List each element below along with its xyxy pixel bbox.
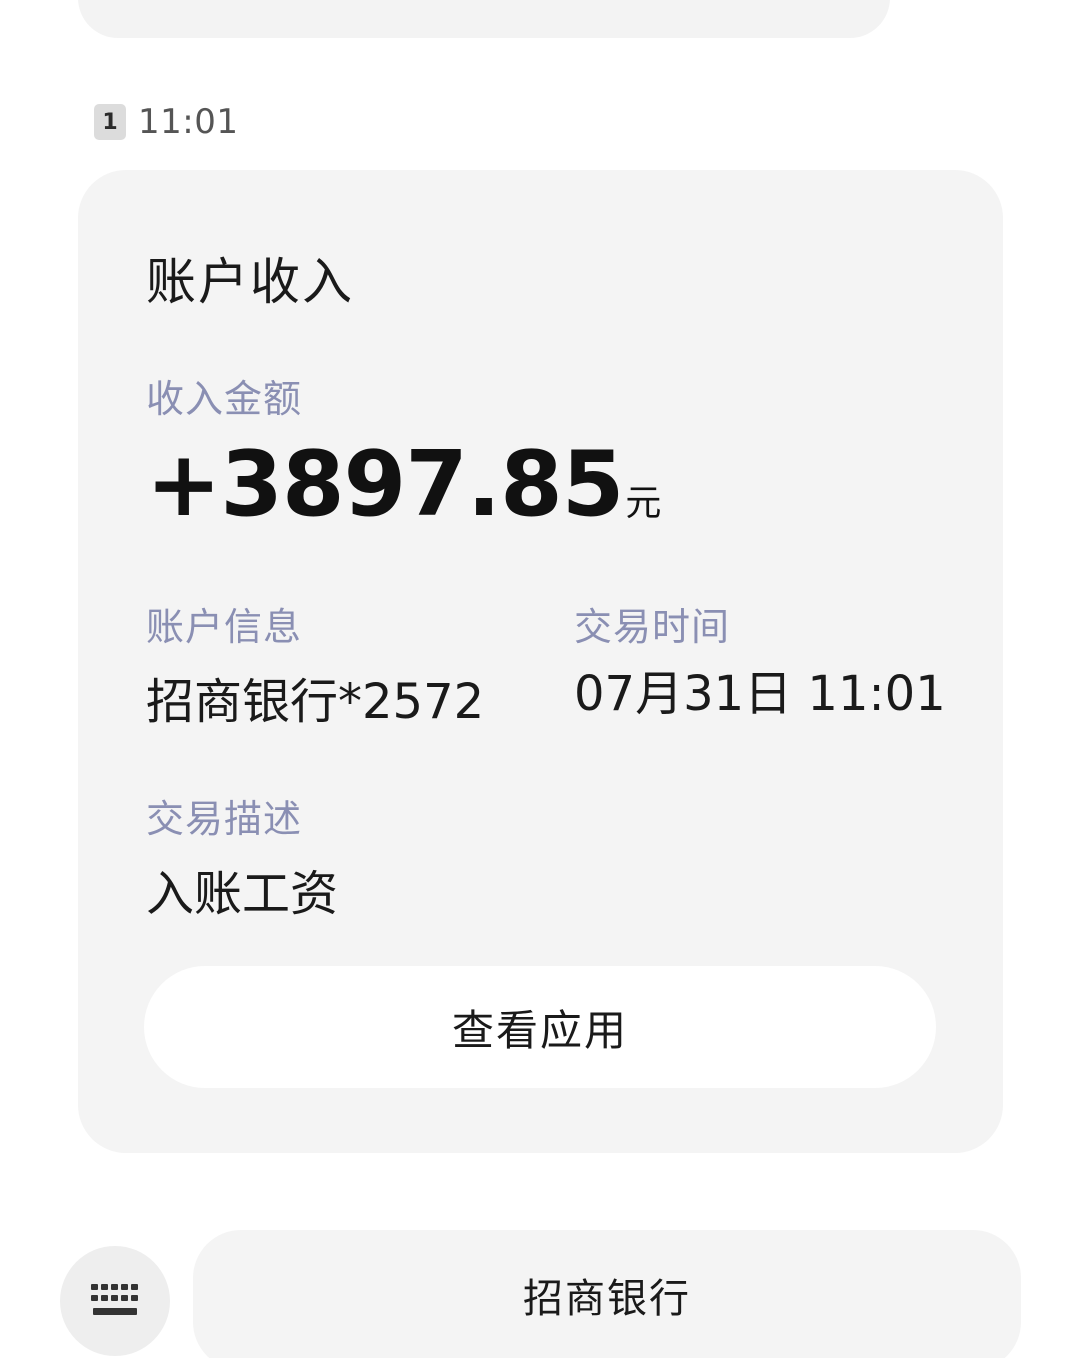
- transaction-desc-label: 交易描述: [146, 797, 303, 841]
- account-info-label: 账户信息: [146, 605, 303, 649]
- amount-number: +3897.85: [146, 432, 624, 537]
- sim-slot-badge: 1: [94, 104, 126, 140]
- transaction-desc-value: 入账工资: [146, 866, 339, 922]
- transaction-time-value: 07月31日 11:01: [574, 666, 946, 722]
- keyboard-icon: [91, 1284, 138, 1315]
- transaction-time-label: 交易时间: [574, 605, 731, 649]
- message-time: 11:01: [138, 102, 239, 142]
- amount-unit: 元: [625, 483, 662, 524]
- amount-value: +3897.85元: [146, 432, 661, 537]
- sms-conversation: 1 11:01 账户收入 收入金额 +3897.85元 账户信息 招商银行*25…: [0, 0, 1072, 1358]
- previous-message-card: [78, 0, 890, 38]
- bank-menu-label: 招商银行: [523, 1276, 691, 1322]
- keyboard-toggle-button[interactable]: [60, 1246, 170, 1356]
- account-info-value: 招商银行*2572: [146, 674, 485, 730]
- amount-label: 收入金额: [146, 377, 303, 421]
- card-title: 账户收入: [146, 253, 354, 311]
- bank-menu-button[interactable]: 招商银行: [193, 1230, 1021, 1358]
- income-notification-card[interactable]: 账户收入 收入金额 +3897.85元 账户信息 招商银行*2572 交易时间 …: [78, 170, 1003, 1153]
- view-app-button[interactable]: 查看应用: [144, 966, 936, 1088]
- message-meta: 1 11:01: [94, 102, 238, 142]
